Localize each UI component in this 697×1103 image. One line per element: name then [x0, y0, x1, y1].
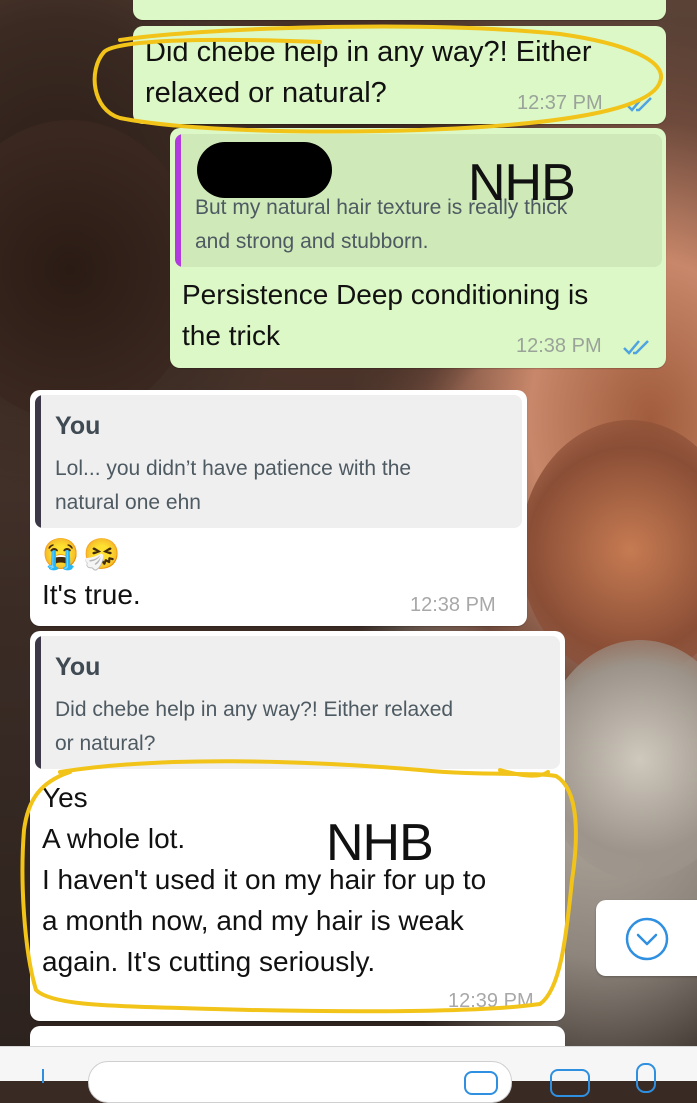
message-timestamp: 12:38 PM [516, 335, 602, 357]
message-text: Persistence Deep conditioning is [182, 279, 589, 310]
quote-text: Did chebe help in any way?! Either relax… [55, 698, 454, 721]
plus-icon [42, 1069, 44, 1083]
sticker-icon[interactable] [464, 1071, 498, 1095]
message-bubble-incoming[interactable]: You Did chebe help in any way?! Either r… [30, 631, 565, 1021]
quote-text: natural one ehn [55, 491, 201, 514]
double-check-icon [623, 340, 649, 355]
quote-author: You [55, 653, 101, 681]
quoted-message[interactable]: You Lol... you didn’t have patience with… [35, 395, 522, 528]
message-timestamp: 12:37 PM [517, 92, 603, 114]
quote-text: Lol... you didn’t have patience with the [55, 457, 412, 480]
message-bubble-outgoing[interactable]: But my natural hair texture is really th… [170, 128, 666, 368]
message-bubble-incoming[interactable]: You Lol... you didn’t have patience with… [30, 390, 527, 626]
quoted-message[interactable]: You Did chebe help in any way?! Either r… [35, 636, 560, 769]
watermark-text: NHB [326, 814, 434, 872]
message-text: again. It's cutting seriously. [42, 946, 376, 977]
emoji-reaction: 😭🤧 [42, 538, 125, 571]
quote-text: and strong and stubborn. [195, 230, 429, 253]
watermark-text: NHB [468, 154, 576, 212]
quoted-message[interactable]: But my natural hair texture is really th… [175, 134, 662, 267]
message-text: Yes [42, 782, 88, 813]
chevron-down-circle-icon [625, 917, 669, 961]
previous-message-bubble[interactable] [133, 0, 666, 20]
redacted-author [197, 142, 332, 198]
quote-author: You [55, 412, 101, 440]
quote-text: or natural? [55, 732, 156, 755]
message-text: the trick [182, 320, 281, 351]
add-attachment-button[interactable] [36, 1069, 50, 1083]
message-text: A whole lot. [42, 823, 186, 854]
scroll-to-bottom-button[interactable] [596, 900, 697, 976]
message-bubble-outgoing[interactable]: Did chebe help in any way?! Either relax… [133, 26, 666, 124]
quote-accent-bar [35, 636, 41, 769]
double-check-icon [626, 97, 652, 112]
quote-accent-bar [35, 395, 41, 528]
mic-icon[interactable] [636, 1063, 656, 1093]
message-input-bar [0, 1046, 697, 1103]
message-text: It's true. [42, 579, 141, 610]
camera-icon[interactable] [550, 1069, 590, 1097]
message-input[interactable] [88, 1061, 512, 1103]
message-text: Did chebe help in any way?! Either [145, 36, 592, 68]
message-timestamp: 12:38 PM [410, 594, 496, 616]
quote-accent-bar [175, 134, 181, 267]
message-timestamp: 12:39 PM [448, 990, 534, 1012]
message-text: relaxed or natural? [145, 77, 387, 109]
message-text: a month now, and my hair is weak [42, 905, 464, 936]
